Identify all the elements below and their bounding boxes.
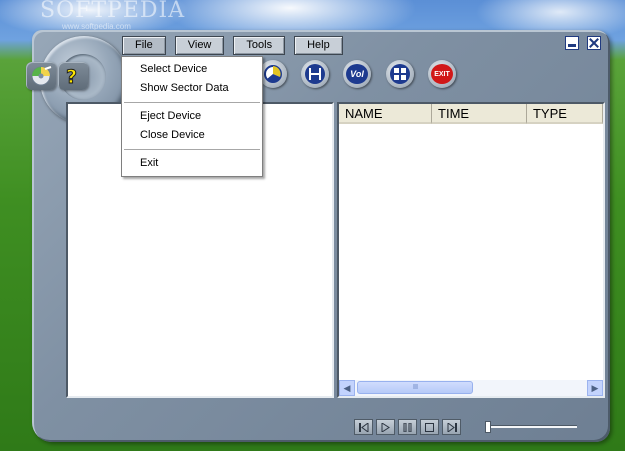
volume-button[interactable]: Vol <box>343 60 371 88</box>
exit-button[interactable]: EXIT <box>428 60 456 88</box>
grid-button[interactable] <box>386 60 414 88</box>
horizontal-scrollbar[interactable]: ◀ IIIII ▶ <box>339 380 603 396</box>
chart-icon <box>264 65 282 83</box>
floppy-disk-icon <box>309 68 321 80</box>
volume-label: Vol <box>350 69 364 79</box>
close-button[interactable] <box>587 36 601 50</box>
previous-track-button[interactable] <box>354 419 373 435</box>
menu-item-eject-device[interactable]: Eject Device <box>122 107 262 126</box>
menu-item-select-device[interactable]: Select Device <box>122 60 262 79</box>
play-icon <box>381 422 390 432</box>
column-header-time[interactable]: TIME <box>432 104 527 124</box>
minimize-button[interactable] <box>565 36 579 50</box>
scrollbar-track[interactable]: IIIII <box>355 380 587 396</box>
stop-icon <box>425 422 434 432</box>
watermark: SOFTPEDIA <box>40 0 186 23</box>
menu-item-show-sector-data[interactable]: Show Sector Data <box>122 79 262 98</box>
volume-icon: Vol <box>346 64 368 84</box>
scroll-left-button[interactable]: ◀ <box>339 380 355 396</box>
play-button[interactable] <box>376 419 395 435</box>
menu-bar: File View Tools Help <box>122 36 343 55</box>
volume-slider-knob[interactable] <box>485 421 491 433</box>
file-list-header: NAME TIME TYPE <box>339 104 603 124</box>
menu-item-exit[interactable]: Exit <box>122 154 262 173</box>
menu-separator <box>124 102 260 103</box>
file-menu-dropdown: Select Device Show Sector Data Eject Dev… <box>121 56 263 177</box>
chart-button[interactable] <box>259 60 287 88</box>
volume-slider[interactable] <box>485 421 577 433</box>
menu-tools[interactable]: Tools <box>233 36 286 55</box>
menu-file[interactable]: File <box>122 36 166 55</box>
pause-button[interactable] <box>398 419 417 435</box>
exit-label: EXIT <box>434 70 450 78</box>
menu-separator <box>124 149 260 150</box>
exit-icon: EXIT <box>431 64 453 84</box>
pause-icon <box>403 422 412 432</box>
player-controls <box>354 419 461 435</box>
menu-help[interactable]: Help <box>294 36 343 55</box>
skip-back-icon <box>358 422 368 432</box>
stop-button[interactable] <box>420 419 439 435</box>
scrollbar-thumb[interactable]: IIIII <box>357 381 473 394</box>
skip-forward-icon <box>447 422 457 432</box>
scroll-right-button[interactable]: ▶ <box>587 380 603 396</box>
volume-slider-track[interactable] <box>489 425 577 428</box>
question-mark-icon: ? <box>66 66 78 88</box>
save-button[interactable] <box>301 60 329 88</box>
cd-disc-icon <box>31 66 52 86</box>
column-header-type[interactable]: TYPE <box>526 104 603 124</box>
cd-button[interactable] <box>26 62 56 90</box>
svg-text:?: ? <box>66 66 77 87</box>
next-track-button[interactable] <box>442 419 461 435</box>
menu-item-close-device[interactable]: Close Device <box>122 126 262 145</box>
grid-icon <box>394 68 406 80</box>
file-list-panel[interactable]: NAME TIME TYPE ◀ IIIII ▶ <box>337 102 605 398</box>
help-button[interactable]: ? <box>58 62 88 90</box>
column-header-name[interactable]: NAME <box>339 104 433 124</box>
menu-view[interactable]: View <box>174 36 225 55</box>
